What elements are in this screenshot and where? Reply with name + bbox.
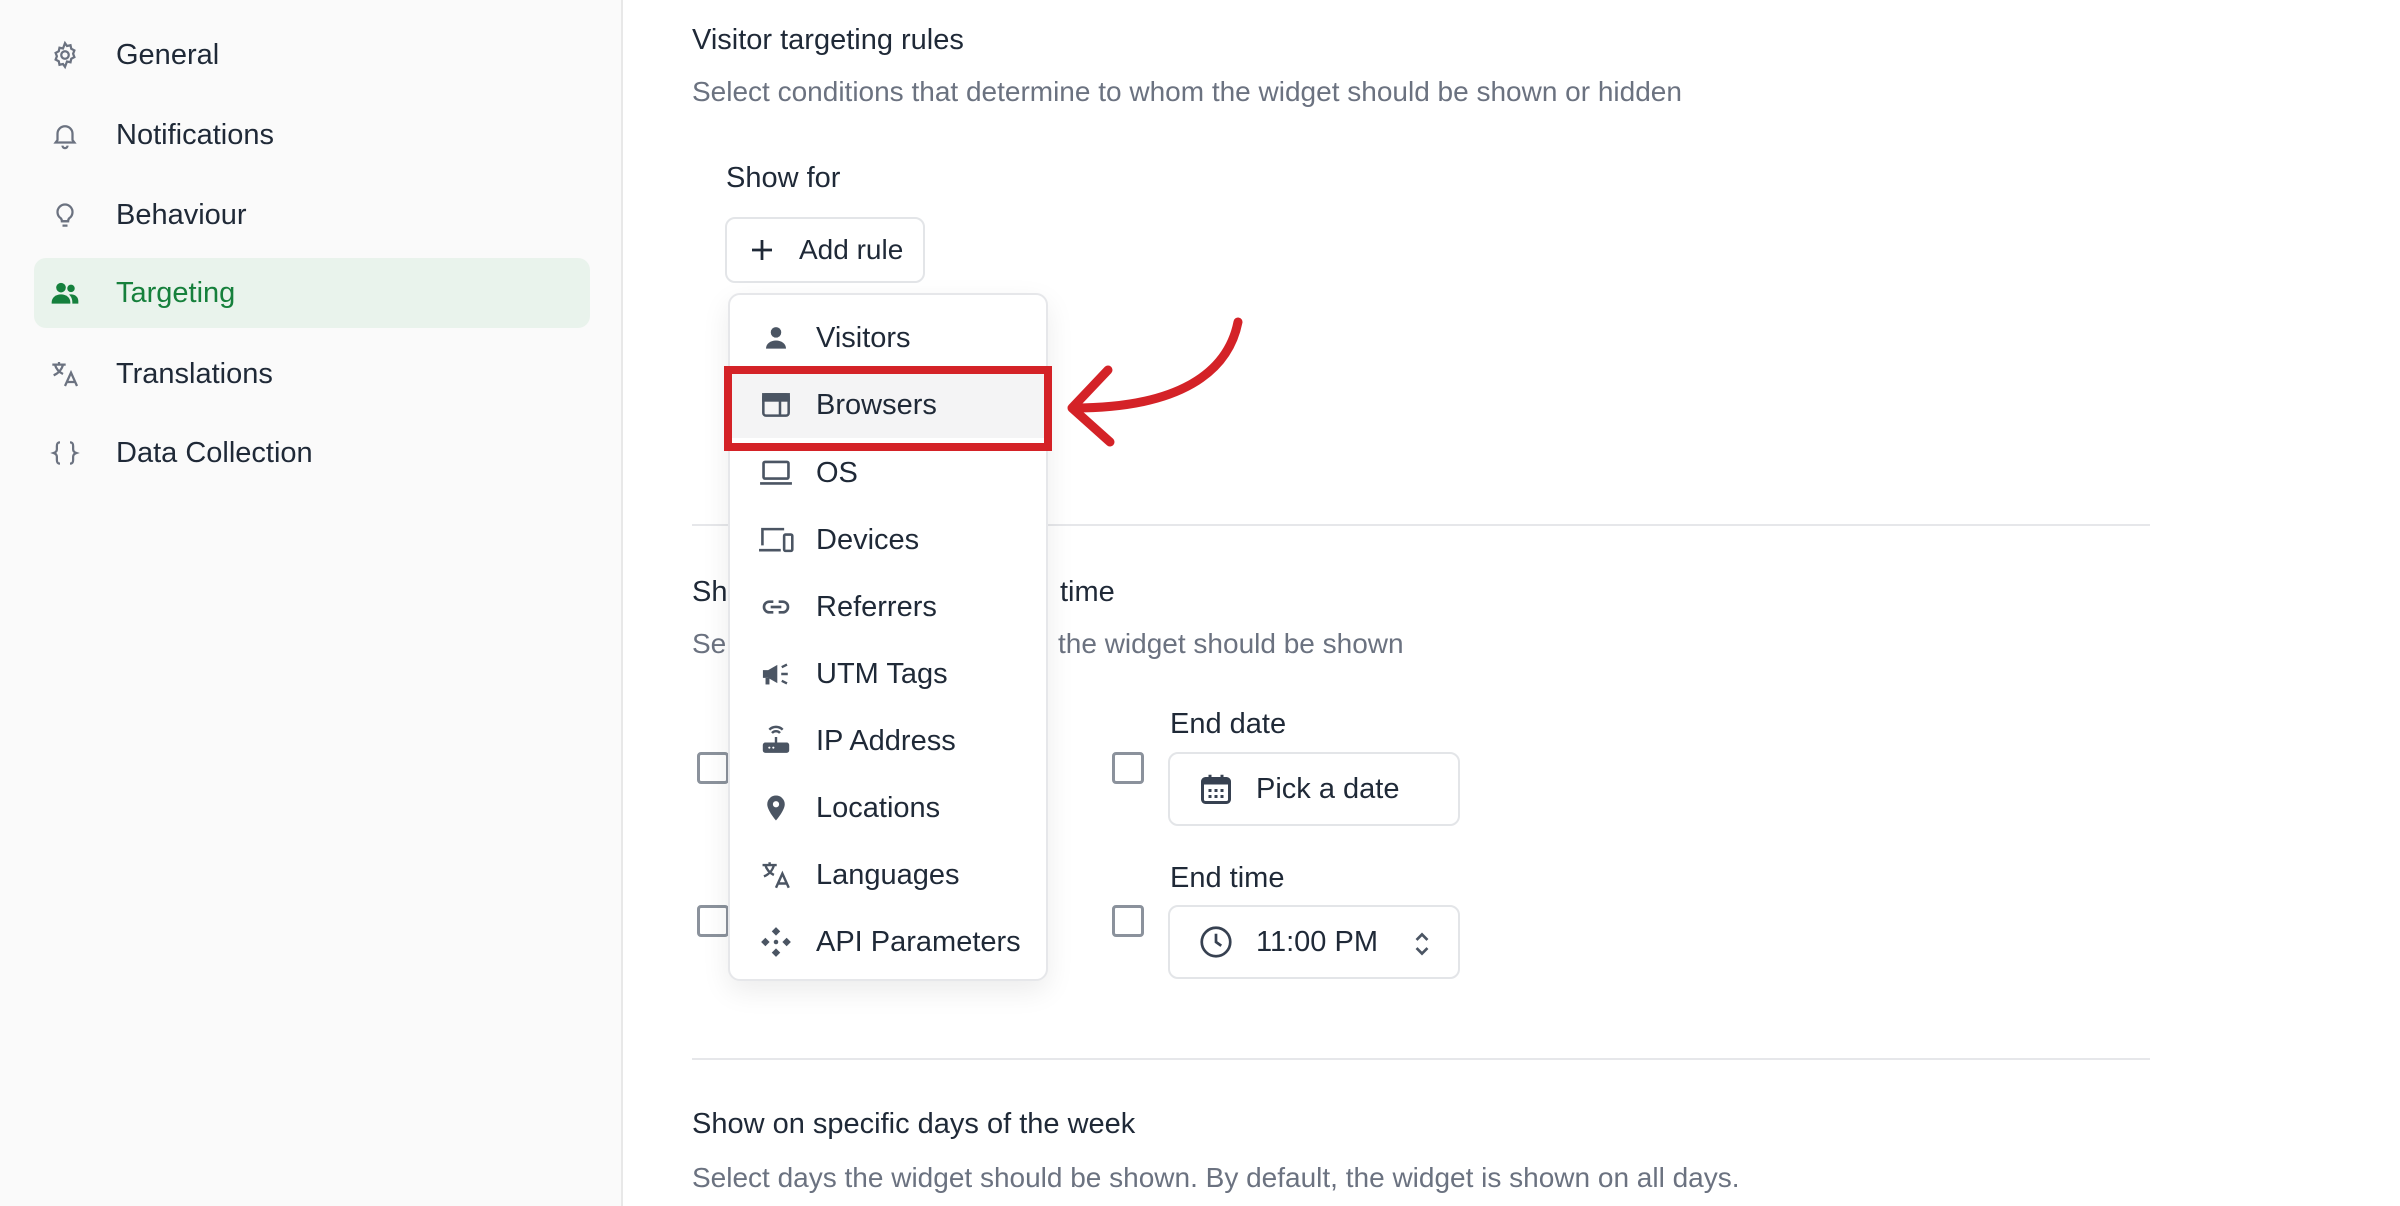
menu-item-locations[interactable]: Locations — [732, 775, 1044, 841]
add-rule-label: Add rule — [799, 234, 904, 265]
sidebar-item-targeting[interactable]: Targeting — [34, 258, 590, 328]
sidebar-item-label: Translations — [116, 357, 273, 390]
start-time-checkbox[interactable] — [697, 905, 729, 937]
menu-item-referrers[interactable]: Referrers — [732, 574, 1044, 640]
bell-icon — [44, 114, 86, 156]
menu-item-api-parameters[interactable]: API Parameters — [732, 909, 1044, 975]
chevron-up-down-icon — [1415, 932, 1429, 956]
menu-item-label: Browsers — [816, 388, 937, 421]
sidebar-item-label: Behaviour — [116, 198, 247, 231]
schedule-title-prefix: Sh — [692, 576, 728, 608]
browser-window-icon — [756, 385, 796, 425]
section-divider — [692, 1058, 2150, 1060]
menu-item-utm-tags[interactable]: UTM Tags — [732, 641, 1044, 707]
menu-item-ip-address[interactable]: IP Address — [732, 708, 1044, 774]
sidebar-item-label: Notifications — [116, 118, 274, 151]
menu-item-label: API Parameters — [816, 925, 1021, 958]
add-rule-button[interactable]: Add rule — [725, 217, 925, 283]
days-of-week-description: Select days the widget should be shown. … — [692, 1162, 1740, 1193]
calendar-icon — [1201, 774, 1231, 804]
users-icon — [44, 272, 86, 314]
menu-item-label: Languages — [816, 858, 960, 891]
sidebar-item-translations[interactable]: Translations — [34, 339, 590, 409]
end-date-value: Pick a date — [1256, 772, 1400, 805]
visitor-targeting-title: Visitor targeting rules — [692, 24, 964, 56]
menu-item-label: IP Address — [816, 724, 956, 757]
sidebar-item-data-collection[interactable]: Data Collection — [34, 418, 590, 488]
sidebar-item-label: General — [116, 38, 220, 71]
add-rule-menu: Visitors Browsers OS Devices Referrers U… — [728, 293, 1048, 981]
gear-icon — [44, 34, 86, 76]
plus-icon — [752, 240, 772, 260]
laptop-icon — [756, 453, 796, 493]
lightbulb-icon — [44, 194, 86, 236]
schedule-title-suffix: time — [1060, 576, 1115, 608]
clock-icon — [1200, 926, 1232, 958]
menu-item-visitors[interactable]: Visitors — [732, 305, 1044, 371]
sidebar-item-notifications[interactable]: Notifications — [34, 100, 590, 170]
sidebar: General Notifications Behaviour Targetin… — [0, 0, 623, 1206]
menu-item-os[interactable]: OS — [732, 440, 1044, 506]
braces-icon — [44, 432, 86, 474]
sidebar-item-general[interactable]: General — [34, 20, 590, 90]
start-date-checkbox[interactable] — [697, 752, 729, 784]
link-icon — [756, 587, 796, 627]
sidebar-item-label: Targeting — [116, 276, 236, 309]
translate-icon — [756, 855, 796, 895]
router-icon — [756, 721, 796, 761]
menu-item-languages[interactable]: Languages — [732, 842, 1044, 908]
menu-item-label: Referrers — [816, 590, 937, 623]
location-pin-icon — [756, 788, 796, 828]
end-date-label: End date — [1170, 708, 1287, 740]
annotation-arrow-icon — [1067, 317, 1243, 447]
end-date-checkbox[interactable] — [1112, 752, 1144, 784]
menu-item-label: Locations — [816, 791, 941, 824]
end-date-picker[interactable]: Pick a date — [1168, 752, 1460, 826]
menu-item-browsers[interactable]: Browsers — [732, 372, 1044, 438]
menu-item-label: Devices — [816, 523, 920, 556]
end-time-checkbox[interactable] — [1112, 905, 1144, 937]
schedule-desc-prefix: Se — [692, 628, 727, 659]
end-time-label: End time — [1170, 862, 1285, 894]
end-time-value: 11:00 PM — [1256, 925, 1378, 958]
visitor-targeting-description: Select conditions that determine to whom… — [692, 76, 1682, 107]
translate-icon — [44, 353, 86, 395]
schedule-desc-suffix: the widget should be shown — [1058, 628, 1404, 659]
person-icon — [756, 318, 796, 358]
api-icon — [756, 922, 796, 962]
sidebar-item-label: Data Collection — [116, 436, 313, 469]
sidebar-item-behaviour[interactable]: Behaviour — [34, 180, 590, 250]
megaphone-icon — [756, 654, 796, 694]
menu-item-devices[interactable]: Devices — [732, 507, 1044, 573]
menu-item-label: Visitors — [816, 321, 911, 354]
menu-item-label: UTM Tags — [816, 657, 948, 690]
end-time-select[interactable]: 11:00 PM — [1168, 905, 1460, 979]
days-of-week-title: Show on specific days of the week — [692, 1108, 1136, 1140]
show-for-label: Show for — [726, 162, 841, 194]
devices-icon — [756, 520, 796, 560]
menu-item-label: OS — [816, 456, 858, 489]
